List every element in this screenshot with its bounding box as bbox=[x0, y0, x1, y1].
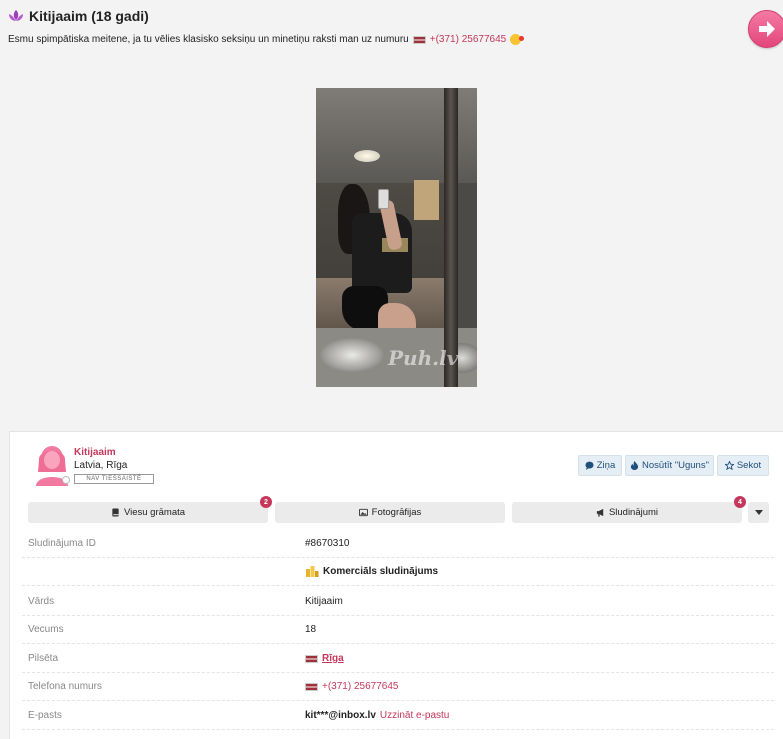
ad-description: Esmu spimpātiska meitene, ja tu vēlies k… bbox=[8, 34, 525, 45]
comment-icon bbox=[585, 461, 594, 470]
email-masked: kit***@inbox.lv bbox=[305, 710, 376, 721]
detail-row-name: Vārds Kitijaaim bbox=[22, 588, 774, 616]
ads-count-badge: 4 bbox=[734, 496, 746, 508]
coins-icon bbox=[306, 566, 319, 577]
page-title: Kitijaaim (18 gadi) bbox=[29, 8, 149, 24]
reveal-email-link[interactable]: Uzzināt e-pastu bbox=[380, 710, 449, 721]
tab-ads[interactable]: Sludinājumi 4 bbox=[512, 496, 746, 523]
detail-row-commercial: Komerciāls sludinājums bbox=[22, 558, 774, 586]
arrow-right-icon bbox=[759, 21, 775, 37]
next-ad-button[interactable] bbox=[748, 10, 783, 48]
message-button-label: Ziņa bbox=[596, 460, 616, 471]
name-value: Kitijaaim bbox=[305, 596, 343, 607]
description-phone-link[interactable]: +(371) 25677645 bbox=[430, 34, 506, 45]
send-fire-button[interactable]: Nosūtīt "Uguns" bbox=[625, 455, 714, 476]
follow-button-label: Sekot bbox=[736, 460, 762, 471]
phone-link[interactable]: +(371) 25677645 bbox=[322, 681, 398, 692]
age-label: Vecums bbox=[28, 624, 64, 635]
fire-icon bbox=[630, 461, 639, 470]
age-value: 18 bbox=[305, 624, 317, 635]
email-label: E-pasts bbox=[28, 710, 62, 721]
ad-id-value: #8670310 bbox=[305, 538, 350, 549]
phone-value: +(371) 25677645 bbox=[305, 681, 398, 692]
message-button[interactable]: Ziņa bbox=[578, 455, 622, 476]
city-value: Rīga bbox=[305, 653, 344, 664]
tab-ads-label: Sludinājumi bbox=[608, 507, 659, 518]
profile-username-link[interactable]: Kitijaaim bbox=[74, 447, 116, 458]
caret-down-icon bbox=[754, 510, 763, 515]
kiss-emoji-icon bbox=[510, 34, 525, 45]
page-header: Kitijaaim (18 gadi) bbox=[8, 8, 149, 24]
commercial-ad-text: Komerciāls sludinājums bbox=[323, 565, 439, 577]
detail-row-email: E-pasts kit***@inbox.lv Uzzināt e-pastu bbox=[22, 702, 774, 730]
photo-watermark: Puh.lv bbox=[388, 346, 459, 370]
detail-row-ad-id: Sludinājuma ID #8670310 bbox=[22, 530, 774, 558]
phone-label: Telefona numurs bbox=[28, 681, 102, 692]
detail-row-phone: Telefona numurs +(371) 25677645 bbox=[22, 673, 774, 701]
detail-row-city: Pilsēta Rīga bbox=[22, 645, 774, 673]
name-label: Vārds bbox=[28, 596, 55, 607]
tab-guestbook-label: Viesu grāmata bbox=[123, 507, 186, 518]
follow-button[interactable]: Sekot bbox=[717, 455, 769, 476]
tab-photos[interactable]: Fotogrāfijas bbox=[275, 502, 505, 523]
status-badge: NAV TIEŠSAISTĒ bbox=[74, 474, 154, 484]
star-icon bbox=[724, 461, 734, 470]
detail-row-age: Vecums 18 bbox=[22, 616, 774, 644]
description-text: Esmu spimpātiska meitene, ja tu vēlies k… bbox=[8, 34, 409, 45]
send-fire-button-label: Nosūtīt "Uguns" bbox=[642, 460, 709, 471]
tab-photos-label: Fotogrāfijas bbox=[371, 507, 422, 518]
tab-guestbook[interactable]: Viesu grāmata 2 bbox=[28, 496, 272, 523]
offline-indicator bbox=[62, 476, 70, 484]
more-tabs-dropdown[interactable] bbox=[748, 502, 769, 523]
city-link[interactable]: Rīga bbox=[322, 653, 344, 664]
profile-card: Kitijaaim Latvia, Rīga NAV TIEŠSAISTĒ Zi… bbox=[9, 431, 783, 739]
book-icon bbox=[112, 508, 119, 517]
guestbook-count-badge: 2 bbox=[260, 496, 272, 508]
profile-location: Latvia, Rīga bbox=[74, 460, 128, 471]
latvia-flag-icon bbox=[412, 35, 426, 44]
commercial-ad-label: Komerciāls sludinājums bbox=[305, 564, 438, 578]
profile-photo[interactable]: Puh.lv bbox=[316, 88, 477, 387]
latvia-flag-icon bbox=[305, 682, 318, 691]
city-label: Pilsēta bbox=[28, 653, 59, 664]
images-icon bbox=[358, 508, 368, 517]
ad-id-label: Sludinājuma ID bbox=[28, 538, 96, 549]
megaphone-icon bbox=[596, 508, 604, 517]
email-value: kit***@inbox.lv Uzzināt e-pastu bbox=[305, 710, 449, 721]
lotus-icon bbox=[9, 10, 23, 21]
latvia-flag-icon bbox=[305, 654, 318, 663]
